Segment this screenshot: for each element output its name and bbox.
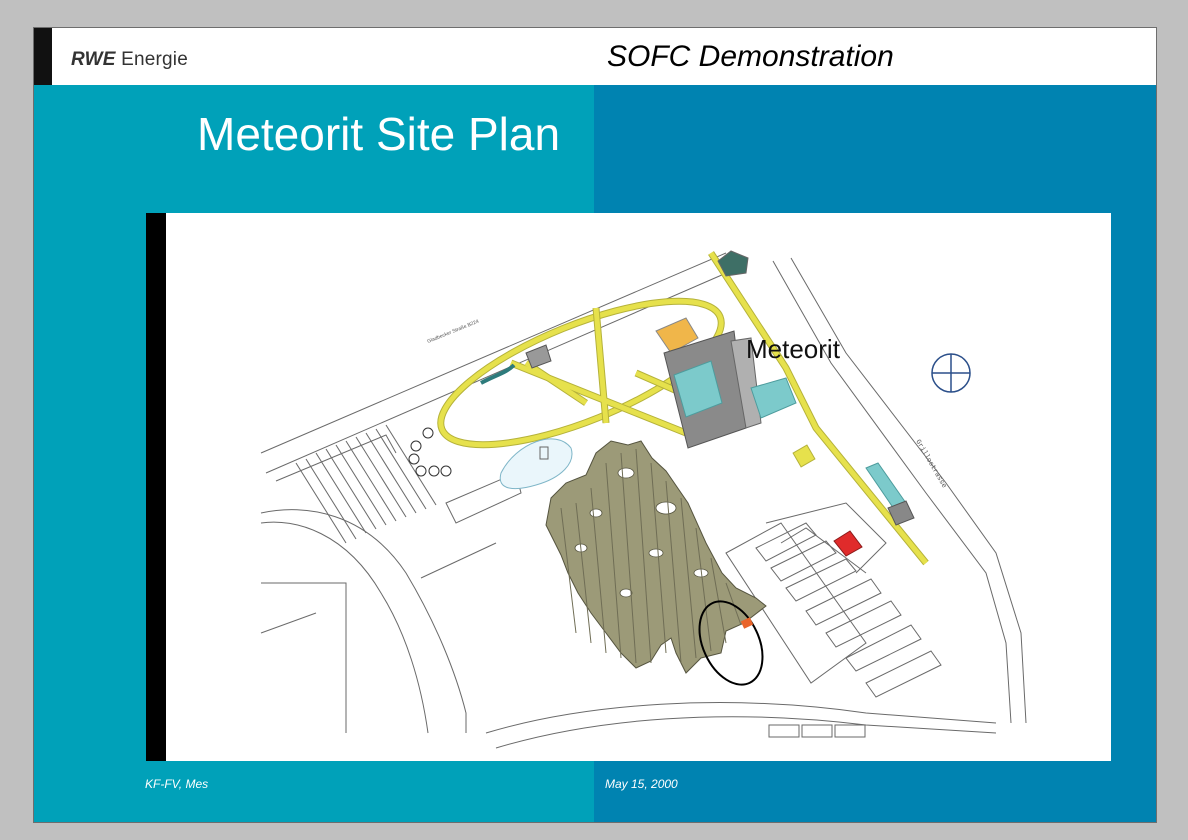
- slide-title: Meteorit Site Plan: [197, 108, 561, 160]
- header-black-strip: [34, 28, 52, 85]
- header-title: SOFC Demonstration: [607, 40, 894, 73]
- map-black-bar: [146, 213, 166, 761]
- road-junction: [792, 444, 816, 468]
- header-bar: RWE Energie SOFC Demonstration: [34, 28, 1156, 85]
- site-plan-map: Meteorit Gladbecker Straße B224 Grillost…: [146, 213, 1111, 761]
- footer-date: May 15, 2000: [605, 777, 678, 791]
- bottom-boxes: [768, 724, 866, 738]
- slide: RWE Energie SOFC Demonstration Meteorit …: [33, 27, 1157, 823]
- footer-left: KF-FV, Mes: [145, 777, 209, 791]
- pond: [499, 438, 573, 490]
- compass-icon: [931, 353, 971, 393]
- street-label-gladbecker: Gladbecker Straße B224: [427, 319, 480, 345]
- meteorit-label: Meteorit: [746, 334, 841, 364]
- logo-bold-text: RWE: [71, 49, 116, 70]
- site-plan-drawing: Meteorit Gladbecker Straße B224 Grillost…: [260, 250, 1027, 749]
- company-logo: RWE Energie: [71, 49, 188, 71]
- logo-text: Energie: [121, 49, 188, 70]
